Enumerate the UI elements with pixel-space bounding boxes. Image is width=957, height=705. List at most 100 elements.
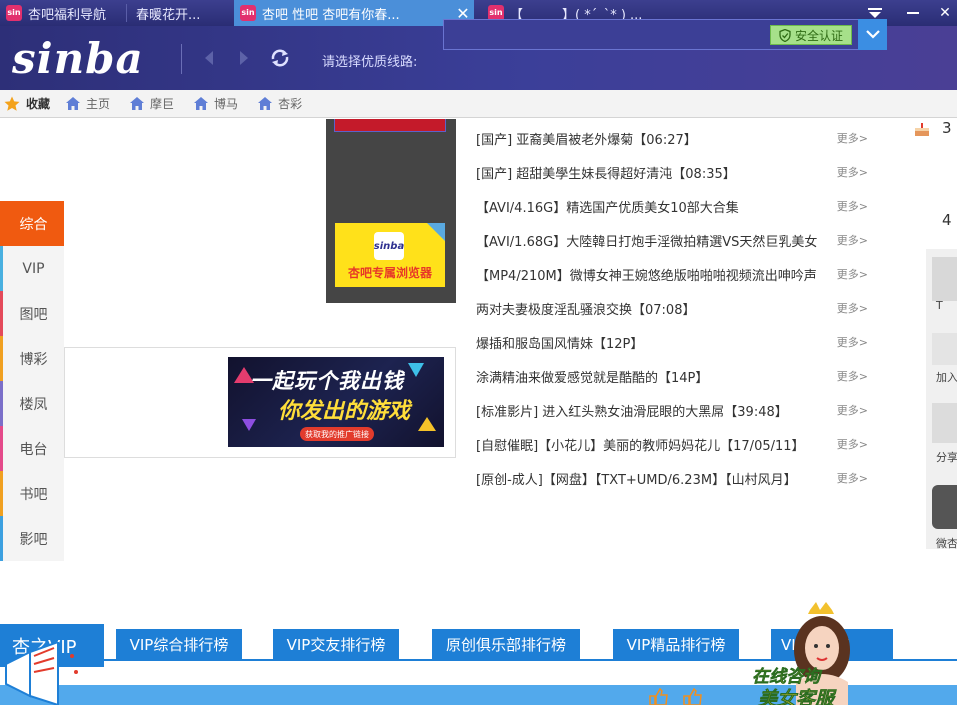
megaphone-icon: [0, 640, 80, 705]
home-icon: [258, 97, 273, 110]
news-item[interactable]: 【AVI/1.68G】大陸韓日打炮手淫微拍精選VS天然巨乳美女 更多>: [476, 223, 868, 257]
more-link[interactable]: 更多>: [837, 436, 868, 452]
toolbar-divider: [181, 44, 182, 74]
bookmark-moju[interactable]: 摩巨: [130, 95, 174, 112]
thumbs-up-icon: [648, 687, 704, 705]
favorites-button[interactable]: 收藏: [4, 95, 50, 112]
home-icon: [130, 97, 145, 110]
news-title[interactable]: 涂满精油来做爱感觉就是酷酷的【14P】: [476, 367, 826, 386]
right-label: 微杏: [936, 537, 957, 550]
sidenav-item-pics[interactable]: 图吧: [0, 291, 64, 336]
news-list: [国产] 亚裔美眉被老外爆菊【06:27】 更多> [国产] 超甜美學生妹長得超好…: [476, 121, 868, 495]
more-link[interactable]: 更多>: [837, 470, 868, 486]
sidenav-item-general[interactable]: 综合: [0, 201, 64, 246]
bookmark-boma[interactable]: 博马: [194, 95, 238, 112]
home-icon: [194, 97, 209, 110]
top-button[interactable]: [932, 257, 957, 301]
crown-icon[interactable]: [932, 333, 957, 365]
news-title[interactable]: 【AVI/1.68G】大陸韓日打炮手淫微拍精選VS天然巨乳美女: [476, 231, 826, 250]
news-item[interactable]: 爆插和服岛国风情妹【12P】 更多>: [476, 325, 868, 359]
cs-ad-line2: 美女客服: [758, 688, 835, 705]
news-title[interactable]: 两对夫妻极度淫乱骚浪交换【07:08】: [476, 299, 826, 318]
customer-service-ad[interactable]: 在线咨询 美女客服: [748, 602, 873, 705]
news-item[interactable]: [国产] 超甜美學生妹長得超好清沌【08:35】 更多>: [476, 155, 868, 189]
more-link[interactable]: 更多>: [837, 300, 868, 316]
sidenav-item-movies[interactable]: 影吧: [0, 516, 64, 561]
news-title[interactable]: [原创-成人]【网盘】【TXT+UMD/6.23M】【山村风月】: [476, 469, 826, 488]
home-icon: [66, 97, 81, 110]
sidenav-item-radio[interactable]: 电台: [0, 426, 64, 471]
sidenav-item-betting[interactable]: 博彩: [0, 336, 64, 381]
news-item[interactable]: [自慰催眠]【小花儿】美丽的教师妈妈花儿【17/05/11】 更多>: [476, 427, 868, 461]
safety-badge-label: 安全认证: [794, 28, 843, 43]
close-window-icon[interactable]: ✕: [930, 0, 957, 26]
minimize-icon[interactable]: [898, 0, 928, 26]
counter-2: 4: [942, 211, 952, 229]
vip-tab-1[interactable]: VIP综合排行榜: [116, 629, 242, 659]
news-item[interactable]: 【AVI/4.16G】精选国产优质美女10部大合集 更多>: [476, 189, 868, 223]
news-title[interactable]: [国产] 超甜美學生妹長得超好清沌【08:35】: [476, 163, 826, 182]
right-label: 分享: [936, 451, 957, 464]
vip-tab-2[interactable]: VIP交友排行榜: [273, 629, 399, 659]
chevron-down-icon: [865, 30, 880, 39]
decor-triangle: [242, 419, 256, 431]
route-label: 请选择优质线路:: [322, 55, 418, 70]
news-item[interactable]: 【MP4/210M】微博女神王婉悠绝版啪啪啪视频流出呻吟声 更多>: [476, 257, 868, 291]
browser-ad[interactable]: sinba 杏吧专属浏览器: [335, 223, 445, 287]
news-item[interactable]: [国产] 亚裔美眉被老外爆菊【06:27】 更多>: [476, 121, 868, 155]
tab-1[interactable]: sin 杏吧福利导航: [0, 0, 120, 26]
bookmark-label: 摩巨: [150, 97, 175, 111]
game-ad-button[interactable]: 获取我的推广链接: [300, 427, 374, 441]
forward-icon[interactable]: [233, 48, 255, 68]
sidenav-item-vip[interactable]: VIP: [0, 246, 64, 291]
category-sidenav: 综合 VIP 图吧 博彩 楼凤 电台 书吧 影吧: [0, 201, 64, 561]
news-title[interactable]: [标准影片] 进入红头熟女油滑屁眼的大黑屌【39:48】: [476, 401, 826, 420]
vip-tab-4[interactable]: VIP精品排行榜: [613, 629, 739, 659]
right-label: 加入: [936, 371, 957, 384]
tab-label: 春暖花开...: [136, 7, 201, 23]
game-ad-line2: 你发出的游戏: [278, 399, 411, 424]
news-title[interactable]: [国产] 亚裔美眉被老外爆菊【06:27】: [476, 129, 826, 148]
news-title[interactable]: 【MP4/210M】微博女神王婉悠绝版啪啪啪视频流出呻吟声: [476, 265, 826, 284]
decor-triangle: [418, 417, 436, 431]
news-title[interactable]: 【AVI/4.16G】精选国产优质美女10部大合集: [476, 197, 826, 216]
safety-badge: 安全认证: [770, 25, 852, 45]
more-link[interactable]: 更多>: [837, 368, 868, 384]
news-title[interactable]: 爆插和服岛国风情妹【12P】: [476, 333, 826, 352]
wechat-icon[interactable]: [932, 485, 957, 529]
back-icon[interactable]: [198, 48, 220, 68]
more-link[interactable]: 更多>: [837, 266, 868, 282]
news-item[interactable]: [标准影片] 进入红头熟女油滑屁眼的大黑屌【39:48】 更多>: [476, 393, 868, 427]
bookmark-label: 杏彩: [278, 97, 303, 111]
vip-tab-3[interactable]: 原创俱乐部排行榜: [432, 629, 580, 659]
bookmark-label: 博马: [214, 97, 239, 111]
bookmark-label: 主页: [86, 97, 111, 111]
more-link[interactable]: 更多>: [837, 198, 868, 214]
more-link[interactable]: 更多>: [837, 130, 868, 146]
news-item[interactable]: 两对夫妻极度淫乱骚浪交换【07:08】 更多>: [476, 291, 868, 325]
more-link[interactable]: 更多>: [837, 402, 868, 418]
more-link[interactable]: 更多>: [837, 164, 868, 180]
more-link[interactable]: 更多>: [837, 232, 868, 248]
sinba-favicon-icon: sin: [6, 5, 22, 21]
news-item[interactable]: [原创-成人]【网盘】【TXT+UMD/6.23M】【山村风月】 更多>: [476, 461, 868, 495]
sidenav-item-loufeng[interactable]: 楼凤: [0, 381, 64, 426]
more-link[interactable]: 更多>: [837, 334, 868, 350]
game-ad-banner[interactable]: 一起玩个我出钱 你发出的游戏 获取我的推广链接: [228, 357, 444, 447]
tab-2[interactable]: 春暖花开...: [132, 0, 232, 26]
share-icon[interactable]: [932, 403, 957, 443]
tab-label: 杏吧 性吧 杏吧有你春...: [262, 7, 400, 23]
news-title[interactable]: [自慰催眠]【小花儿】美丽的教师妈妈花儿【17/05/11】: [476, 435, 826, 454]
bookmark-xingcai[interactable]: 杏彩: [258, 95, 302, 112]
bookmark-home[interactable]: 主页: [66, 95, 110, 112]
refresh-icon[interactable]: [269, 48, 291, 68]
sidenav-item-books[interactable]: 书吧: [0, 471, 64, 516]
shield-icon: [779, 28, 791, 42]
ad-banner-strip[interactable]: [334, 119, 446, 132]
tab-3-active[interactable]: sin 杏吧 性吧 杏吧有你春... ✕: [234, 0, 474, 26]
news-item[interactable]: 涂满精油来做爱感觉就是酷酷的【14P】 更多>: [476, 359, 868, 393]
tab-label: 杏吧福利导航: [28, 7, 107, 23]
route-dropdown-button[interactable]: [858, 19, 887, 50]
tab-divider: [126, 4, 127, 22]
star-icon: [4, 96, 20, 111]
